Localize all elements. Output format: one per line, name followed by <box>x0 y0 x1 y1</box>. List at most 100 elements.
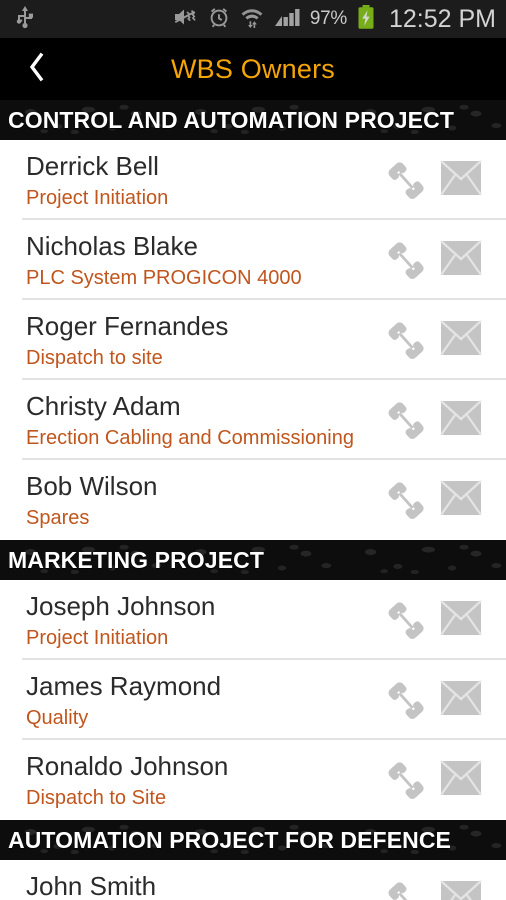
call-button[interactable] <box>386 676 432 724</box>
cellular-signal-icon <box>273 5 301 34</box>
call-button[interactable] <box>386 396 432 444</box>
owner-row-texts: Derrick Bell Project Initiation <box>26 150 386 211</box>
owner-row[interactable]: Roger Fernandes Dispatch to site <box>0 300 506 380</box>
email-icon <box>440 399 482 441</box>
section-header: MARKETING PROJECT <box>0 540 506 580</box>
owner-name: Joseph Johnson <box>26 590 216 621</box>
back-button[interactable] <box>0 38 74 100</box>
phone-icon <box>386 675 432 726</box>
phone-icon <box>386 315 432 366</box>
section-header-label: CONTROL AND AUTOMATION PROJECT <box>8 106 454 133</box>
status-bar-left <box>14 5 36 34</box>
email-button[interactable] <box>438 756 484 804</box>
phone-icon <box>386 395 432 446</box>
owner-task: Project Initiation <box>26 626 169 649</box>
owner-row-texts: Christy Adam Erection Cabling and Commiss… <box>26 390 386 451</box>
wbs-owners-list: CONTROL AND AUTOMATION PROJECT Derrick Be… <box>0 100 506 900</box>
email-button[interactable] <box>438 876 484 900</box>
vibrate-mute-icon <box>172 5 198 34</box>
owner-task: PLC System PROGICON 4000 <box>26 266 302 289</box>
status-bar-clock: 12:52 PM <box>388 4 496 33</box>
email-icon <box>440 679 482 721</box>
owner-row[interactable]: James Raymond Quality <box>0 660 506 740</box>
email-button[interactable] <box>438 316 484 364</box>
owner-row-actions <box>386 156 484 204</box>
owner-row[interactable]: Derrick Bell Project Initiation <box>0 140 506 220</box>
owner-name: Nicholas Blake <box>26 230 198 261</box>
usb-icon <box>14 5 36 34</box>
battery-percent-label: 97% <box>309 8 347 29</box>
owner-task: Erection Cabling and Commissioning <box>26 426 354 449</box>
owner-task: Quality <box>26 706 89 729</box>
owner-row-texts: Bob Wilson Spares <box>26 470 386 531</box>
owner-row-texts: John SmithProject Initiation <box>26 870 386 900</box>
owner-row-actions <box>386 316 484 364</box>
owner-row[interactable]: Bob Wilson Spares <box>0 460 506 540</box>
email-icon <box>440 759 482 801</box>
call-button[interactable] <box>386 596 432 644</box>
call-button[interactable] <box>386 756 432 804</box>
email-icon <box>440 479 482 521</box>
owner-name: Ronaldo Johnson <box>26 750 229 781</box>
owner-row[interactable]: Nicholas Blake PLC System PROGICON 4000 <box>0 220 506 300</box>
email-button[interactable] <box>438 476 484 524</box>
owner-row-actions <box>386 676 484 724</box>
owner-task: Spares <box>26 506 90 529</box>
owner-row-texts: Nicholas Blake PLC System PROGICON 4000 <box>26 230 386 291</box>
owner-row-actions <box>386 236 484 284</box>
section-header: CONTROL AND AUTOMATION PROJECT <box>0 100 506 140</box>
call-button[interactable] <box>386 876 432 900</box>
page-title: WBS Owners <box>170 53 336 84</box>
owner-task: Project Initiation <box>26 186 169 209</box>
battery-charging-icon <box>356 4 376 35</box>
phone-icon <box>386 755 432 806</box>
email-icon <box>440 319 482 361</box>
owner-row-texts: Joseph Johnson Project Initiation <box>26 590 386 651</box>
email-button[interactable] <box>438 236 484 284</box>
owner-row[interactable]: Ronaldo Johnson Dispatch to Site <box>0 740 506 820</box>
email-button[interactable] <box>438 396 484 444</box>
owner-row-texts: Roger Fernandes Dispatch to site <box>26 310 386 371</box>
owner-name: Bob Wilson <box>26 470 158 501</box>
owner-name: James Raymond <box>26 670 222 701</box>
wifi-transfer-icon <box>240 5 264 34</box>
email-icon <box>440 239 482 281</box>
owner-row[interactable]: John SmithProject Initiation <box>0 860 506 900</box>
call-button[interactable] <box>386 316 432 364</box>
owner-task: Dispatch to Site <box>26 786 167 809</box>
title-bar: WBS Owners <box>0 38 506 100</box>
owner-name: Christy Adam <box>26 390 181 421</box>
phone-icon <box>386 235 432 286</box>
app-root: 97% 12:52 PM WBS Owners CONTROL AND AUTO… <box>0 0 506 900</box>
section-header-label: AUTOMATION PROJECT FOR DEFENCE <box>8 826 451 853</box>
call-button[interactable] <box>386 156 432 204</box>
section-header-label: MARKETING PROJECT <box>8 546 264 573</box>
owner-name: Derrick Bell <box>26 150 159 181</box>
owner-row-texts: James Raymond Quality <box>26 670 386 731</box>
phone-icon <box>386 595 432 646</box>
owner-row-actions <box>386 756 484 804</box>
email-icon <box>440 599 482 641</box>
owner-row-actions <box>386 596 484 644</box>
email-icon <box>440 879 482 900</box>
owner-row[interactable]: Christy Adam Erection Cabling and Commiss… <box>0 380 506 460</box>
owner-name: Roger Fernandes <box>26 310 229 341</box>
phone-icon <box>386 155 432 206</box>
call-button[interactable] <box>386 476 432 524</box>
phone-icon <box>386 875 432 900</box>
owner-row-actions <box>386 876 484 900</box>
alarm-clock-icon <box>207 5 231 34</box>
phone-icon <box>386 475 432 526</box>
status-bar-right: 97% 12:52 PM <box>172 4 496 35</box>
owner-row-actions <box>386 396 484 444</box>
email-button[interactable] <box>438 156 484 204</box>
owner-row[interactable]: Joseph Johnson Project Initiation <box>0 580 506 660</box>
owner-name: John Smith <box>26 870 157 900</box>
owner-task: Dispatch to site <box>26 346 163 369</box>
email-button[interactable] <box>438 676 484 724</box>
email-button[interactable] <box>438 596 484 644</box>
owner-row-texts: Ronaldo Johnson Dispatch to Site <box>26 750 386 811</box>
owner-row-actions <box>386 476 484 524</box>
call-button[interactable] <box>386 236 432 284</box>
section-header: AUTOMATION PROJECT FOR DEFENCE <box>0 820 506 860</box>
